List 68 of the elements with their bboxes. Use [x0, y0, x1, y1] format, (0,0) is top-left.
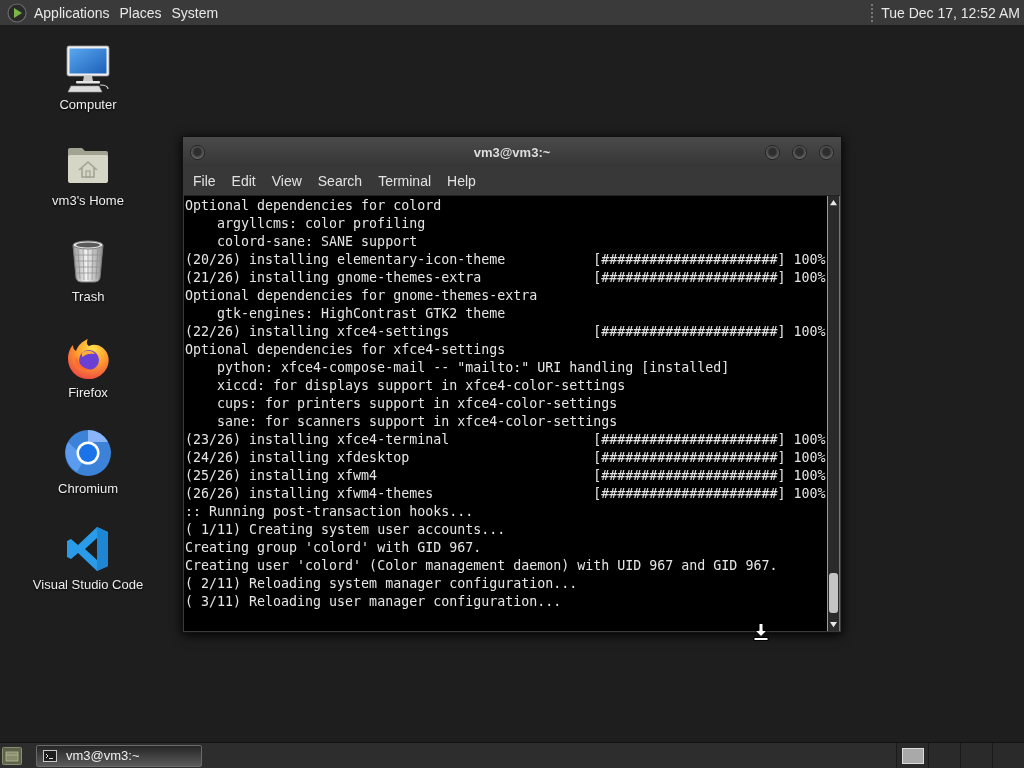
clock: Tue Dec 17, 12:52 AM	[881, 4, 1020, 21]
terminal-line: (22/26) installing xfce4-settings	[185, 323, 450, 341]
desktop-icon-label[interactable]: vm3's Home	[52, 193, 124, 208]
terminal-line: ( 3/11) Reloading user manager configuration...	[185, 593, 562, 611]
window-thumbnail-icon	[901, 747, 924, 764]
terminal-icon	[43, 749, 57, 762]
terminal-line: (23/26) installing xfce4-terminal	[185, 431, 450, 449]
menu-item[interactable]: Edit	[224, 170, 263, 192]
panel-menu[interactable]: Applications	[29, 2, 115, 23]
scroll-up-arrow-icon[interactable]	[829, 199, 838, 206]
terminal-line: (21/26) installing gnome-themes-extra	[185, 269, 482, 287]
scrollbar-thumb[interactable]	[829, 573, 838, 613]
terminal-line: ( 2/11) Reloading system manager configuration...	[185, 575, 578, 593]
desktop-icon-label[interactable]: Visual Studio Code	[32, 577, 144, 592]
progress-percent: 100%	[793, 449, 826, 467]
terminal-line: sane: for scanners support in xfce4-color-settings	[217, 413, 618, 431]
progress-hashes: [######################]	[593, 485, 786, 503]
terminal-line: argyllcms: color profiling	[217, 215, 426, 233]
taskbar-button[interactable]: vm3@vm3:~	[36, 744, 202, 767]
terminal-line: Creating user 'colord' (Color management daemon) with UID 967 and GID 967.	[185, 557, 778, 575]
progress-percent: 100%	[793, 431, 826, 449]
progress-hashes: [######################]	[593, 323, 786, 341]
desktop-tile-icon[interactable]	[2, 746, 22, 765]
progress-percent: 100%	[793, 323, 826, 341]
progress-hashes: [######################]	[593, 251, 786, 269]
terminal-line: (25/26) installing xfwm4	[185, 467, 378, 485]
minimize-button[interactable]	[765, 144, 780, 160]
desktop-icon-label[interactable]: Chromium	[58, 481, 118, 496]
progress-hashes: [######################]	[593, 269, 786, 287]
terminal-line: gtk-engines: HighContrast GTK2 theme	[217, 305, 506, 323]
desktop-icon-label[interactable]: Computer	[59, 97, 117, 112]
progress-hashes: [######################]	[593, 449, 786, 467]
terminal-line: Optional dependencies for colord	[185, 197, 442, 215]
menu-item[interactable]: View	[264, 170, 309, 192]
desktop-icon-label[interactable]: Firefox	[68, 385, 108, 400]
progress-percent: 100%	[793, 251, 826, 269]
terminal-line: (26/26) installing xfwm4-themes	[185, 485, 434, 503]
menu-item[interactable]: Search	[310, 170, 370, 192]
scroll-down-arrow-icon[interactable]	[829, 621, 838, 628]
terminal-line: cups: for printers support in xfce4-color-settings	[217, 395, 618, 413]
progress-hashes: [######################]	[593, 431, 786, 449]
terminal-line: colord-sane: SANE support	[217, 233, 418, 251]
menu-item[interactable]: Help	[440, 170, 483, 192]
scrollbar-track[interactable]	[827, 196, 840, 631]
ring-logo-icon[interactable]	[64, 429, 112, 477]
progress-percent: 100%	[793, 467, 826, 485]
progress-percent: 100%	[793, 269, 826, 287]
terminal-line: (20/26) installing elementary-icon-theme	[185, 251, 506, 269]
terminal-line: ( 1/11) Creating system user accounts...	[185, 521, 506, 539]
panel-menu[interactable]: System	[166, 2, 224, 23]
monitor-icon[interactable]	[64, 45, 112, 93]
maximize-button[interactable]	[792, 144, 807, 160]
menu-item[interactable]: Terminal	[371, 170, 439, 192]
terminal-line: xiccd: for displays support in xfce4-color-settings	[217, 377, 626, 395]
panel-menu[interactable]: Places	[114, 2, 167, 23]
terminal-line: Optional dependencies for xfce4-settings	[185, 341, 506, 359]
progress-hashes: [######################]	[593, 467, 786, 485]
terminal-line: Optional dependencies for gnome-themes-extra	[185, 287, 538, 305]
menu-item[interactable]: File	[186, 170, 223, 192]
terminal-line: :: Running post-transaction hooks...	[185, 503, 474, 521]
window-title: vm3@vm3:~	[473, 144, 551, 160]
terminal-line: Creating group 'colord' with GID 967.	[185, 539, 482, 557]
window-menu-button[interactable]	[190, 144, 205, 160]
progress-percent: 100%	[793, 485, 826, 503]
terminal-line: (24/26) installing xfdesktop	[185, 449, 410, 467]
terminal-line: python: xfce4-compose-mail -- "mailto:" URI handling [installed]	[217, 359, 730, 377]
play-logo-icon[interactable]	[7, 2, 27, 23]
desktop-icon-label[interactable]: Trash	[71, 289, 105, 304]
